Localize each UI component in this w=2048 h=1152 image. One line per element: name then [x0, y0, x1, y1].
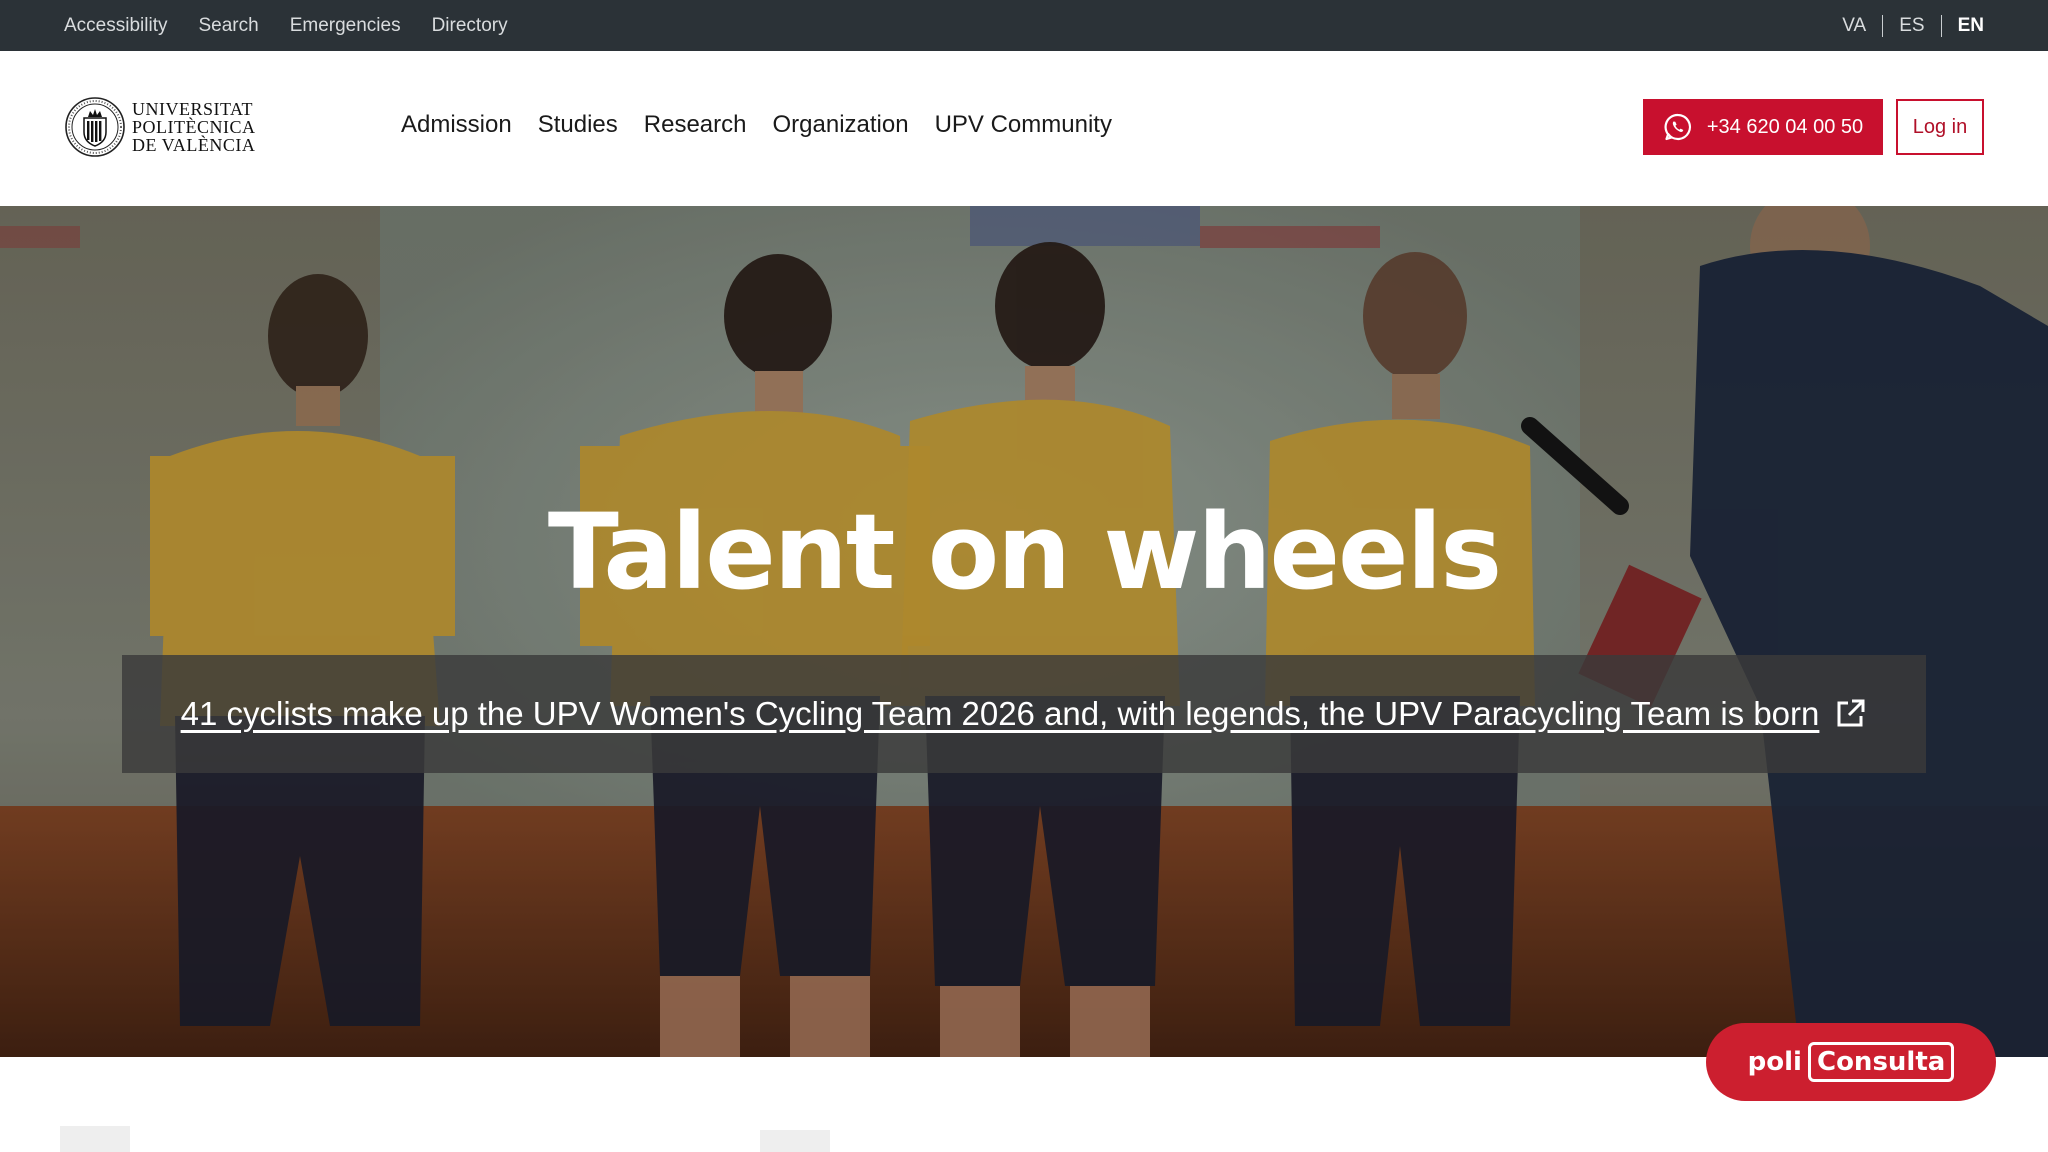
- policonsulta-button[interactable]: poli Consulta: [1706, 1023, 1996, 1101]
- nav-admission[interactable]: Admission: [401, 111, 512, 139]
- accessibility-link[interactable]: Accessibility: [64, 15, 167, 37]
- lang-es[interactable]: ES: [1899, 15, 1924, 37]
- nav-studies[interactable]: Studies: [538, 111, 618, 139]
- phone-number-label: +34 620 04 00 50: [1706, 115, 1864, 138]
- search-link[interactable]: Search: [198, 15, 258, 37]
- policonsulta-bracket: Consulta: [1807, 1042, 1955, 1082]
- nav-organization[interactable]: Organization: [773, 111, 909, 139]
- lang-en[interactable]: EN: [1958, 15, 1984, 37]
- directory-link[interactable]: Directory: [432, 15, 508, 37]
- logo-line-2: POLITÈCNICA: [132, 117, 256, 137]
- lang-divider: [1882, 14, 1884, 37]
- logo-line-3: DE VALÈNCIA: [132, 135, 256, 155]
- policonsulta-prefix: poli: [1747, 1047, 1802, 1077]
- emergencies-link[interactable]: Emergencies: [290, 15, 401, 37]
- card-thumbnail: [60, 1126, 130, 1152]
- login-button[interactable]: Log in: [1896, 99, 1984, 155]
- hero-photo: [0, 206, 2048, 1057]
- whatsapp-icon: [1664, 113, 1691, 141]
- logo-line-1: UNIVERSITAT: [132, 99, 254, 119]
- nav-research[interactable]: Research: [644, 111, 747, 139]
- lang-divider: [1940, 14, 1942, 37]
- external-link-icon: [1837, 699, 1865, 727]
- main-header: UNIVERSITAT POLITÈCNICA DE VALÈNCIA Admi…: [0, 51, 2048, 206]
- lang-va[interactable]: VA: [1842, 15, 1866, 37]
- primary-nav: Admission Studies Research Organization …: [401, 51, 1112, 199]
- whatsapp-phone-button[interactable]: +34 620 04 00 50: [1643, 99, 1883, 155]
- nav-upv-community[interactable]: UPV Community: [935, 111, 1112, 139]
- logo-wordmark: UNIVERSITAT POLITÈCNICA DE VALÈNCIA: [132, 100, 256, 154]
- hero-banner: Talent on wheels 41 cyclists make up the…: [0, 206, 2048, 1057]
- top-utility-bar: Accessibility Search Emergencies Directo…: [0, 0, 2048, 51]
- utility-links: Accessibility Search Emergencies Directo…: [64, 0, 508, 51]
- card-thumbnail: [760, 1130, 830, 1152]
- language-switcher: VA ES EN: [1842, 0, 1984, 51]
- hero-title: Talent on wheels: [547, 491, 1502, 613]
- upv-logo[interactable]: UNIVERSITAT POLITÈCNICA DE VALÈNCIA: [64, 96, 256, 158]
- hero-news-link[interactable]: 41 cyclists make up the UPV Women's Cycl…: [181, 695, 1820, 733]
- hero-caption-box: 41 cyclists make up the UPV Women's Cycl…: [122, 655, 1926, 773]
- university-seal-icon: [65, 97, 125, 157]
